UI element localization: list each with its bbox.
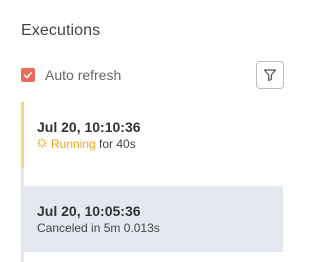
execution-status: Running for 40s — [37, 137, 136, 151]
execution-date: Jul 20, 10:05:36 — [37, 203, 141, 219]
executions-panel: Executions Auto refresh Jul 20, 10:10:36 — [0, 0, 303, 262]
list-divider — [21, 252, 283, 262]
list-divider — [21, 168, 283, 186]
filter-icon — [263, 69, 277, 82]
checkmark-icon — [23, 71, 33, 79]
execution-item[interactable]: Jul 20, 10:05:36 Canceled in 5m 0.013s — [21, 186, 283, 252]
executions-list: Jul 20, 10:10:36 Running for 40s Jul 20,… — [21, 102, 283, 262]
execution-date: Jul 20, 10:10:36 — [37, 119, 141, 135]
running-status: Running — [51, 137, 96, 151]
spinner-icon — [37, 137, 47, 151]
panel-title: Executions — [21, 22, 101, 39]
filter-button[interactable] — [256, 61, 284, 89]
auto-refresh-toggle[interactable]: Auto refresh — [21, 66, 121, 84]
running-duration: for 40s — [99, 137, 136, 151]
execution-status: Canceled in 5m 0.013s — [37, 221, 160, 235]
execution-item[interactable]: Jul 20, 10:10:36 Running for 40s — [21, 102, 283, 168]
auto-refresh-label[interactable]: Auto refresh — [45, 67, 121, 83]
auto-refresh-checkbox[interactable] — [21, 68, 35, 82]
